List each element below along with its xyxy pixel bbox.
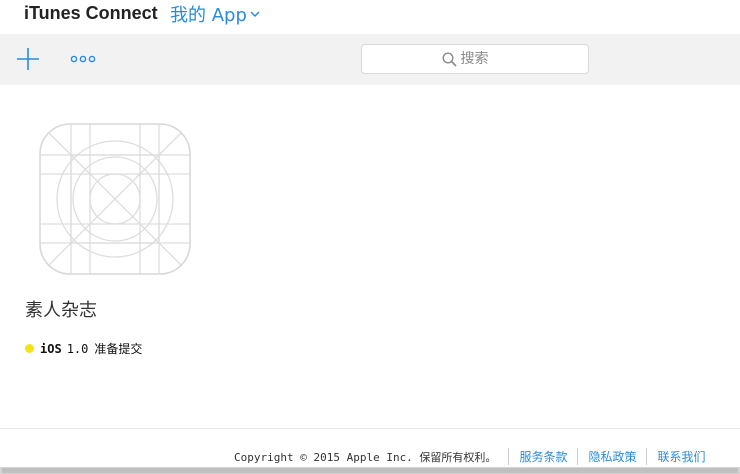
copyright-text: Copyright © 2015 Apple Inc. 保留所有权利。	[234, 450, 497, 464]
search-icon	[441, 51, 457, 67]
app-placeholder-icon[interactable]	[38, 122, 192, 276]
plus-icon[interactable]	[16, 47, 40, 71]
platform-label: iOS	[40, 341, 62, 356]
scrollbar-thumb[interactable]	[2, 468, 738, 473]
app-status: iOS 1.0 准备提交	[25, 340, 142, 357]
brand-title: iTunes Connect	[24, 3, 158, 23]
privacy-link[interactable]: 隐私政策	[577, 448, 646, 465]
status-label: 准备提交	[94, 342, 143, 356]
status-dot	[25, 344, 34, 353]
my-apps-label: 我的 App	[170, 5, 247, 26]
footer: Copyright © 2015 Apple Inc. 保留所有权利。 服务条款…	[234, 448, 715, 465]
toolbar	[0, 34, 740, 85]
horizontal-scrollbar[interactable]	[0, 467, 740, 474]
search-box[interactable]	[361, 44, 589, 74]
page: iTunes Connect 我的 App 搜索 素人杂志 iOS 1.0 准备…	[0, 0, 740, 474]
contact-link[interactable]: 联系我们	[646, 448, 715, 465]
chevron-down-icon	[250, 11, 260, 18]
my-apps-menu[interactable]: 我的 App	[170, 1, 260, 27]
terms-link[interactable]: 服务条款	[508, 448, 577, 465]
footer-divider	[0, 428, 740, 429]
app-name[interactable]: 素人杂志	[25, 296, 97, 322]
more-icon[interactable]	[70, 53, 96, 65]
version-label: 1.0	[66, 341, 89, 356]
search-input[interactable]	[460, 51, 509, 67]
top-header: iTunes Connect 我的 App	[0, 0, 740, 32]
